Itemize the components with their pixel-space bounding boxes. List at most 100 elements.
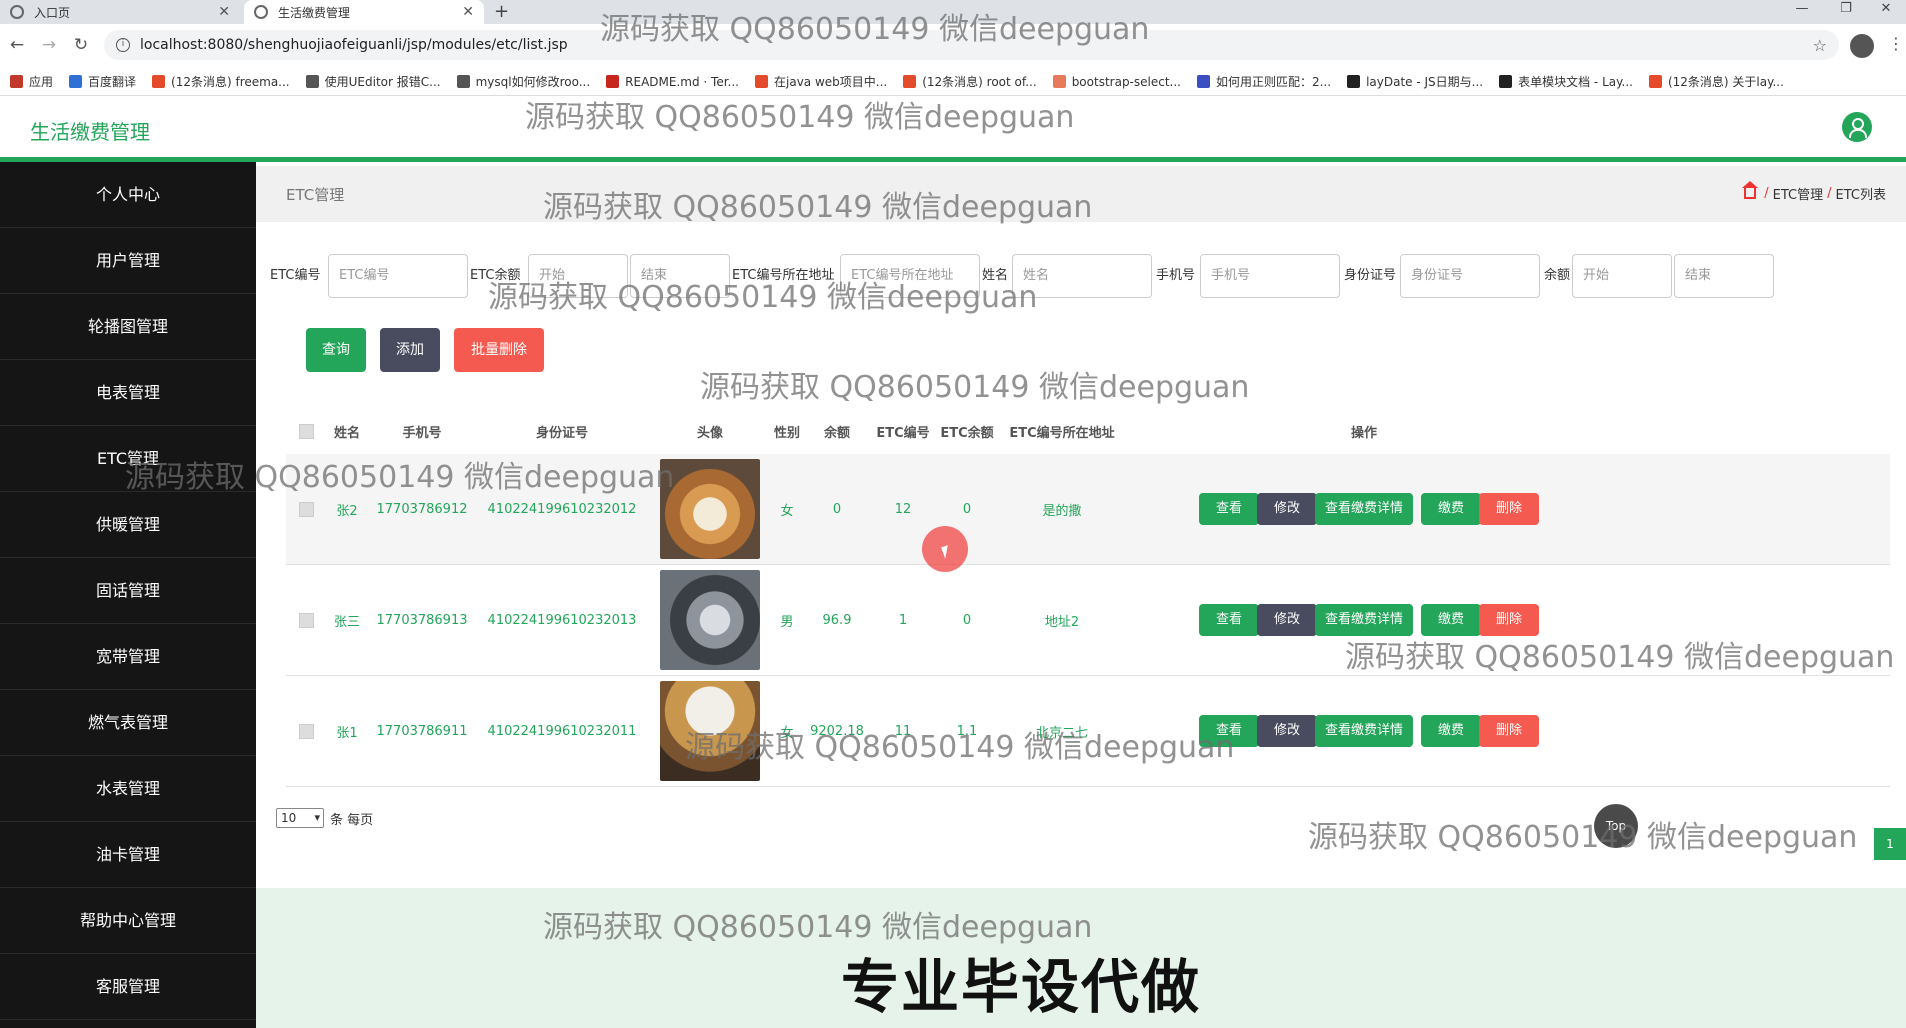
sidebar-item[interactable]: ETC管理 bbox=[0, 426, 256, 492]
view-button[interactable]: 查看 bbox=[1199, 715, 1259, 747]
browser-tab[interactable]: 入口页 ✕ bbox=[0, 0, 240, 24]
bookmark-item[interactable]: 应用 bbox=[10, 73, 53, 90]
edit-button[interactable]: 修改 bbox=[1257, 604, 1317, 636]
cell-phone: 17703786912 bbox=[376, 501, 468, 517]
delete-button[interactable]: 删除 bbox=[1479, 493, 1539, 525]
globe-icon bbox=[254, 5, 268, 19]
restore-icon[interactable]: ❐ bbox=[1826, 0, 1866, 20]
bookmark-item[interactable]: 使用UEditor 报错C... bbox=[305, 73, 441, 90]
cell-address: 北京二七 bbox=[1035, 725, 1088, 741]
view-payment-button[interactable]: 查看缴费详情 bbox=[1315, 604, 1413, 636]
sidebar-item[interactable]: 水表管理 bbox=[0, 756, 256, 822]
row-checkbox[interactable] bbox=[298, 723, 314, 739]
idcard-input[interactable]: 身份证号 bbox=[1400, 254, 1540, 298]
breadcrumb-item[interactable]: ETC管理 bbox=[1773, 184, 1823, 203]
bookmark-item[interactable]: (12条消息) freema... bbox=[152, 73, 290, 90]
minimize-icon[interactable]: — bbox=[1782, 0, 1822, 20]
bookmark-icon bbox=[1196, 75, 1210, 88]
name-input[interactable]: 姓名 bbox=[1012, 254, 1152, 298]
sidebar-item[interactable]: 客服管理 bbox=[0, 954, 256, 1020]
close-icon[interactable]: ✕ bbox=[462, 4, 474, 20]
etc-address-input[interactable]: ETC编号所在地址 bbox=[840, 254, 980, 298]
phone-input[interactable]: 手机号 bbox=[1200, 254, 1340, 298]
bookmark-item[interactable]: layDate - JS日期与... bbox=[1347, 73, 1483, 90]
view-payment-button[interactable]: 查看缴费详情 bbox=[1315, 715, 1413, 747]
sidebar-item[interactable]: 电表管理 bbox=[0, 360, 256, 426]
bookmark-item[interactable]: 在java web项目中... bbox=[755, 73, 887, 90]
table-body: 张2 17703786912 410224199610232012 女 0 12 0 是的撒查… bbox=[286, 454, 1890, 787]
browser-tab-active[interactable]: 生活缴费管理 ✕ bbox=[244, 0, 484, 24]
sidebar-item[interactable]: 宽带管理 bbox=[0, 624, 256, 690]
bookmark-label: mysql如何修改roo... bbox=[475, 75, 591, 89]
balance-start-input[interactable]: 开始 bbox=[1572, 254, 1672, 298]
select-all-checkbox[interactable] bbox=[298, 423, 314, 439]
close-icon[interactable]: ✕ bbox=[218, 4, 230, 20]
etc-balance-start-input[interactable]: 开始 bbox=[528, 254, 628, 298]
new-tab-icon[interactable]: + bbox=[494, 0, 509, 24]
pay-button[interactable]: 缴费 bbox=[1421, 715, 1481, 747]
bookmark-icon bbox=[903, 75, 917, 88]
query-button[interactable]: 查询 bbox=[306, 328, 366, 372]
etc-no-input[interactable]: ETC编号 bbox=[328, 254, 468, 298]
add-button[interactable]: 添加 bbox=[380, 328, 440, 372]
view-payment-button[interactable]: 查看缴费详情 bbox=[1315, 493, 1413, 525]
view-button[interactable]: 查看 bbox=[1199, 493, 1259, 525]
address-bar: ← → ↻ i localhost:8080/shenghuojiaofeigu… bbox=[0, 24, 1906, 68]
column-header: ETC编号 bbox=[876, 425, 930, 441]
bookmark-item[interactable]: 百度翻译 bbox=[69, 73, 136, 90]
sidebar-item[interactable]: 供暖管理 bbox=[0, 492, 256, 558]
bookmark-item[interactable]: 如何用正则匹配：2... bbox=[1196, 73, 1331, 90]
pay-button[interactable]: 缴费 bbox=[1421, 604, 1481, 636]
balance-end-input[interactable]: 结束 bbox=[1674, 254, 1774, 298]
bookmark-icon bbox=[305, 75, 319, 88]
reload-icon[interactable]: ↻ bbox=[68, 32, 94, 58]
bookmark-item[interactable]: README.md · Ter... bbox=[606, 75, 739, 89]
cell-name: 张1 bbox=[336, 725, 358, 741]
page-size-select[interactable]: 10 bbox=[276, 808, 324, 828]
footer-banner: 专业毕设代做 bbox=[256, 888, 1906, 1028]
sidebar-item[interactable]: 用户管理 bbox=[0, 228, 256, 294]
row-checkbox[interactable] bbox=[298, 612, 314, 628]
globe-icon bbox=[10, 5, 24, 19]
back-icon[interactable]: ← bbox=[4, 32, 30, 58]
sidebar-item[interactable]: 个人中心 bbox=[0, 162, 256, 228]
bookmark-item[interactable]: bootstrap-select... bbox=[1052, 75, 1181, 89]
bookmark-item[interactable]: mysql如何修改roo... bbox=[456, 73, 591, 90]
delete-button[interactable]: 删除 bbox=[1479, 604, 1539, 636]
bookmark-item[interactable]: (12条消息) root of... bbox=[903, 73, 1037, 90]
edit-button[interactable]: 修改 bbox=[1257, 715, 1317, 747]
avatar-cell bbox=[655, 454, 765, 564]
window-close-icon[interactable]: ✕ bbox=[1866, 0, 1906, 20]
user-icon[interactable] bbox=[1842, 112, 1872, 142]
star-icon[interactable]: ☆ bbox=[1813, 36, 1827, 55]
cell-gender: 女 bbox=[780, 725, 794, 741]
sidebar-item[interactable]: 固话管理 bbox=[0, 558, 256, 624]
info-icon[interactable]: i bbox=[116, 38, 130, 52]
home-icon[interactable] bbox=[1742, 181, 1759, 199]
bookmark-icon bbox=[755, 75, 768, 88]
url-input[interactable]: i localhost:8080/shenghuojiaofeiguanli/j… bbox=[104, 30, 1839, 60]
forward-icon[interactable]: → bbox=[36, 32, 62, 58]
avatar bbox=[660, 681, 760, 781]
bookmark-icon bbox=[1499, 75, 1513, 88]
sidebar-item[interactable]: 油卡管理 bbox=[0, 822, 256, 888]
sidebar-item[interactable]: 轮播图管理 bbox=[0, 294, 256, 360]
batch-delete-button[interactable]: 批量删除 bbox=[454, 328, 544, 372]
sidebar-item[interactable]: 帮助中心管理 bbox=[0, 888, 256, 954]
view-button[interactable]: 查看 bbox=[1199, 604, 1259, 636]
cell-phone: 17703786911 bbox=[376, 723, 468, 739]
bookmark-icon bbox=[1648, 75, 1662, 88]
sidebar-item[interactable]: 燃气表管理 bbox=[0, 690, 256, 756]
etc-balance-end-input[interactable]: 结束 bbox=[630, 254, 730, 298]
profile-icon[interactable] bbox=[1850, 34, 1874, 58]
pay-button[interactable]: 缴费 bbox=[1421, 493, 1481, 525]
bookmark-item[interactable]: (12条消息) 关于lay... bbox=[1648, 73, 1784, 90]
back-to-top-button[interactable]: Top bbox=[1594, 804, 1638, 848]
row-checkbox[interactable] bbox=[298, 501, 314, 517]
more-menu-icon[interactable]: ⋮ bbox=[1888, 34, 1904, 53]
bookmark-item[interactable]: 表单模块文档 - Lay... bbox=[1499, 73, 1633, 90]
cell-etc-no: 1 bbox=[898, 612, 908, 628]
edit-button[interactable]: 修改 bbox=[1257, 493, 1317, 525]
page-number-button[interactable]: 1 bbox=[1874, 828, 1906, 860]
delete-button[interactable]: 删除 bbox=[1479, 715, 1539, 747]
